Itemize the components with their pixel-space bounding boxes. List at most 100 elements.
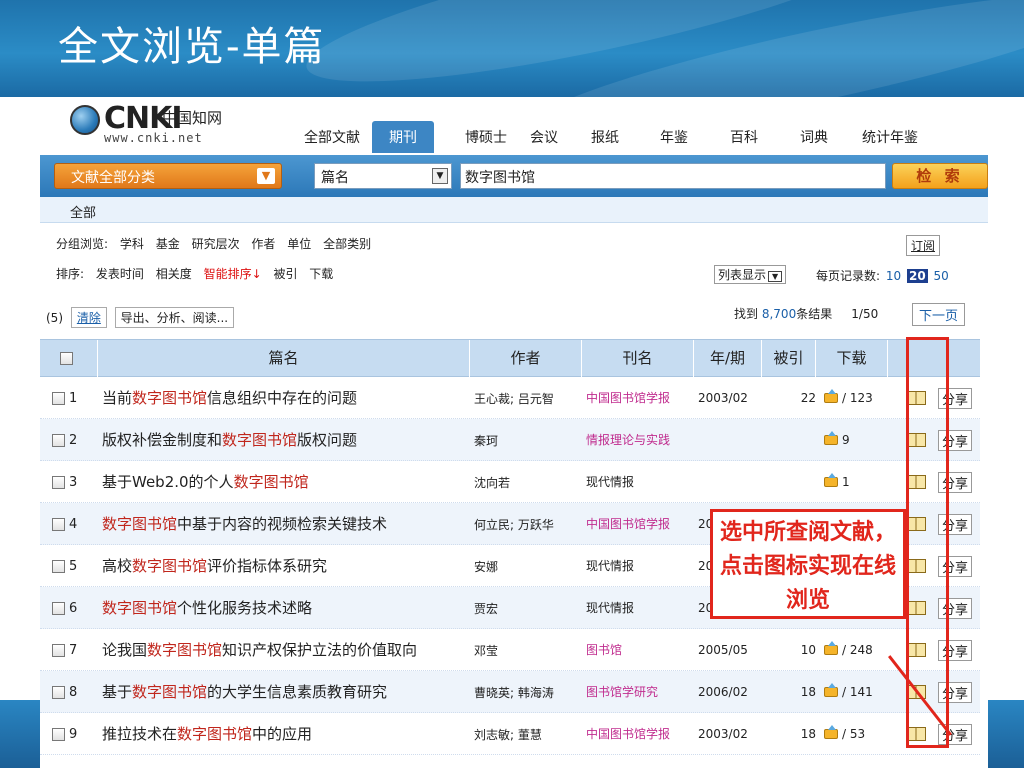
journal-link[interactable]: 情报理论与实践 [586,419,686,461]
tab-journals[interactable]: 期刊 [372,121,434,153]
search-field-select[interactable]: 篇名 ▼ [314,163,452,189]
select-all-checkbox[interactable] [60,352,73,365]
tab-dictionary[interactable]: 词典 [778,127,850,153]
article-title-link[interactable]: 高校数字图书馆评价指标体系研究 [102,545,462,587]
download-icon [824,389,838,403]
row-checkbox[interactable] [52,727,65,741]
header-journal[interactable]: 刊名 [582,340,694,378]
author-link[interactable]: 刘志敏; 董慧 [474,713,580,755]
journal-link[interactable]: 中国图书馆学报 [586,503,686,545]
page-indicator: 1/50 [851,307,879,321]
found-suffix: 条结果 [796,307,833,321]
author-link[interactable]: 曹晓英; 韩海涛 [474,671,580,713]
issue-link[interactable]: 2003/02 [698,713,760,755]
category-dropdown[interactable]: 文献全部分类 ▼ [54,163,282,189]
search-input[interactable]: 数字图书馆 [460,163,886,189]
subscribe-button[interactable]: 订阅 [906,235,941,256]
download-cell[interactable]: / 53 [824,713,888,755]
row-checkbox[interactable] [52,517,65,531]
tab-conference[interactable]: 会议 [516,127,572,153]
download-cell[interactable]: / 248 [824,629,888,671]
title-suffix: 评价指标体系研究 [207,556,328,575]
tab-newspapers[interactable]: 报纸 [572,127,638,153]
article-title-link[interactable]: 当前数字图书馆信息组织中存在的问题 [102,377,462,419]
journal-link[interactable]: 中国图书馆学报 [586,713,686,755]
journal-link[interactable]: 图书馆 [586,629,686,671]
sort-by-date[interactable]: 发表时间 [96,267,144,281]
author-link[interactable]: 秦珂 [474,419,580,461]
tab-all-literature[interactable]: 全部文献 [292,127,372,153]
row-checkbox[interactable] [52,601,65,615]
issue-link[interactable]: 2005/05 [698,629,760,671]
sort-smart[interactable]: 智能排序↓ [204,267,262,281]
row-checkbox[interactable] [52,475,65,489]
title-prefix: 高校 [102,556,133,575]
tab-encyclopedia[interactable]: 百科 [710,127,778,153]
download-cell[interactable]: 1 [824,461,888,503]
slide-header: 全文浏览-单篇 [0,0,1024,97]
author-link[interactable]: 贾宏 [474,587,580,629]
journal-link[interactable]: 现代情报 [586,587,686,629]
journal-link[interactable]: 图书馆学研究 [586,671,686,713]
per-page-10[interactable]: 10 [886,269,901,283]
row-checkbox[interactable] [52,643,65,657]
row-checkbox[interactable] [52,685,65,699]
download-cell[interactable]: 9 [824,419,888,461]
issue-link[interactable] [698,419,760,461]
author-link[interactable]: 何立民; 万跃华 [474,503,580,545]
list-view-select[interactable]: 列表显示 ▼ [714,265,787,284]
per-page-50[interactable]: 50 [934,269,949,283]
group-all-categories[interactable]: 全部类别 [323,237,371,251]
issue-link[interactable] [698,461,760,503]
sort-by-downloads[interactable]: 下载 [309,267,333,281]
journal-link[interactable]: 中国图书馆学报 [586,377,686,419]
row-checkbox[interactable] [52,559,65,573]
group-institution[interactable]: 单位 [287,237,311,251]
cnki-logo[interactable]: CNKI 中国知网 www.cnki.net [70,101,270,149]
header-download[interactable]: 下载 [816,340,888,378]
sort-by-citations[interactable]: 被引 [273,267,297,281]
issue-link[interactable]: 2006/02 [698,671,760,713]
article-title-link[interactable]: 论我国数字图书馆知识产权保护立法的价值取向 [102,629,462,671]
row-number: 4 [69,516,78,532]
author-link[interactable]: 沈向若 [474,461,580,503]
article-title-link[interactable]: 基于数字图书馆的大学生信息素质教育研究 [102,671,462,713]
tab-statistical-yearbook[interactable]: 统计年鉴 [850,127,930,153]
export-button[interactable]: 导出、分析、阅读... [114,307,235,328]
group-fund[interactable]: 基金 [156,237,180,251]
article-title-link[interactable]: 数字图书馆个性化服务技术述略 [102,587,462,629]
group-subject[interactable]: 学科 [120,237,144,251]
row-select: 8 [52,671,98,713]
title-suffix: 中基于内容的视频检索关键技术 [177,514,388,533]
search-button[interactable]: 检 索 [892,163,988,189]
group-research-level[interactable]: 研究层次 [192,237,240,251]
author-link[interactable]: 王心裁; 吕元智 [474,377,580,419]
journal-link[interactable]: 现代情报 [586,545,686,587]
row-checkbox[interactable] [52,391,65,405]
article-title-link[interactable]: 推拉技术在数字图书馆中的应用 [102,713,462,755]
tab-yearbooks[interactable]: 年鉴 [638,127,710,153]
header-year[interactable]: 年/期 [694,340,762,378]
header-cited[interactable]: 被引 [762,340,816,378]
next-page-button[interactable]: 下一页 [912,303,966,326]
journal-link[interactable]: 现代情报 [586,461,686,503]
title-keyword: 数字图书馆 [102,598,178,617]
download-cell[interactable]: / 141 [824,671,888,713]
group-author[interactable]: 作者 [251,237,275,251]
issue-link[interactable]: 2003/02 [698,377,760,419]
article-title-link[interactable]: 版权补偿金制度和数字图书馆版权问题 [102,419,462,461]
clear-button[interactable]: 清除 [70,307,107,328]
sort-by-relevance[interactable]: 相关度 [156,267,192,281]
header-title[interactable]: 篇名 [98,340,470,378]
header-author[interactable]: 作者 [470,340,582,378]
row-checkbox[interactable] [52,433,65,447]
author-link[interactable]: 安娜 [474,545,580,587]
author-link[interactable]: 邓莹 [474,629,580,671]
row-divider [40,754,980,755]
article-title-link[interactable]: 数字图书馆中基于内容的视频检索关键技术 [102,503,462,545]
article-title-link[interactable]: 基于Web2.0的个人数字图书馆 [102,461,462,503]
download-cell[interactable]: / 123 [824,377,888,419]
breadcrumb-all[interactable]: 全部 [70,206,96,221]
per-page-20[interactable]: 20 [906,269,928,283]
tab-theses[interactable]: 博硕士 [456,127,516,153]
